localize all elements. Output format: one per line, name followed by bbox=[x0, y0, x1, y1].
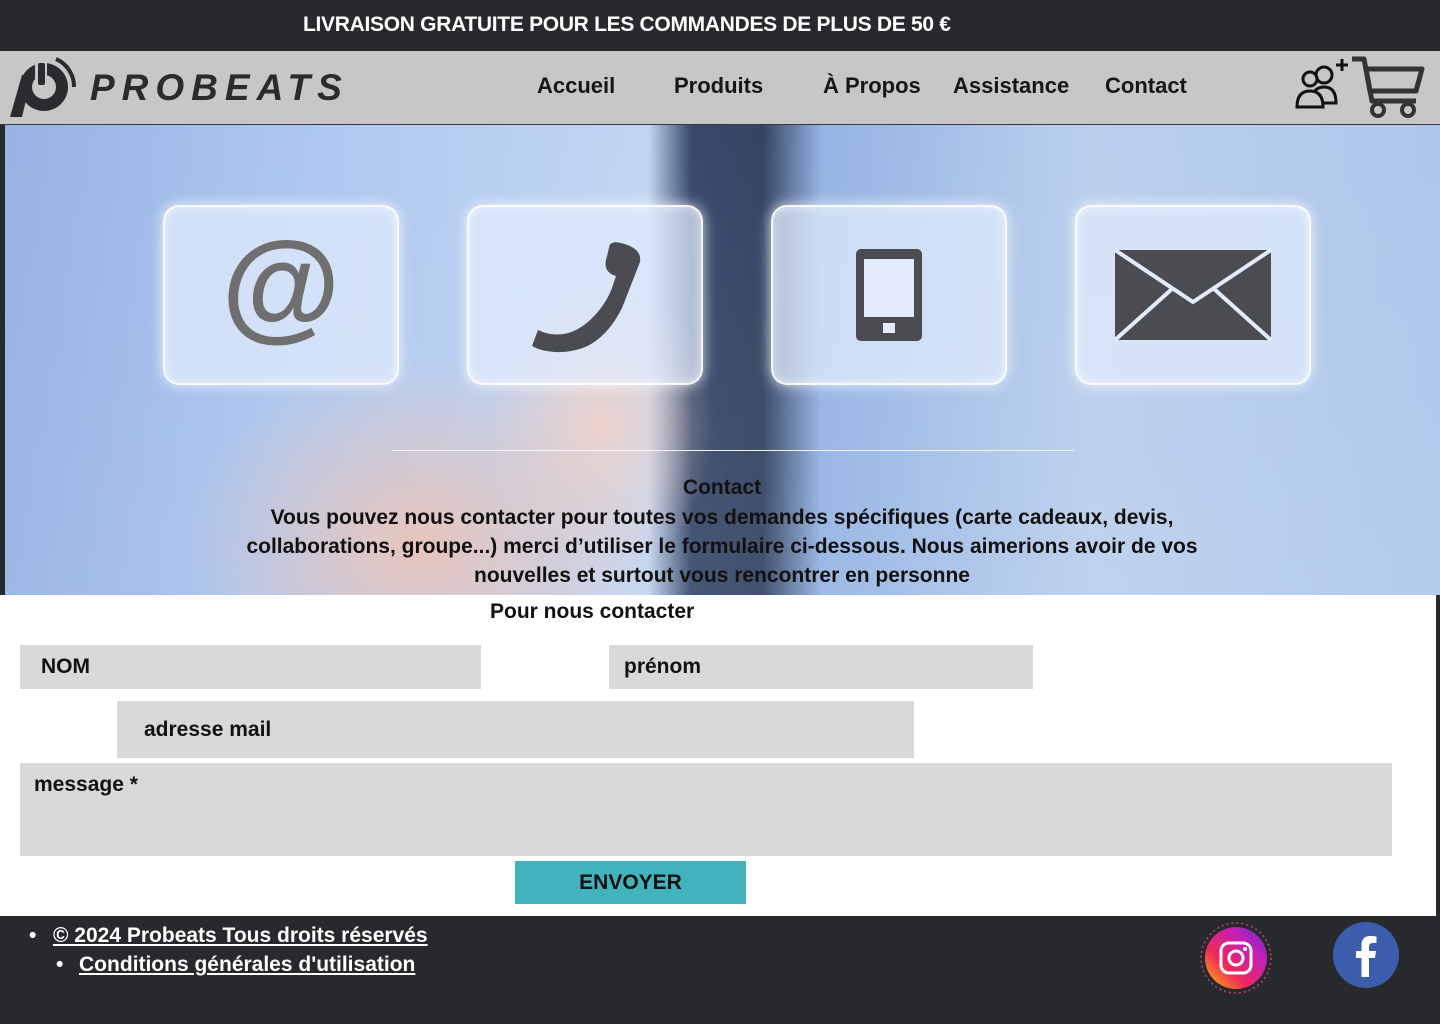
nav-item-accueil[interactable]: Accueil bbox=[537, 73, 615, 99]
tile-phone bbox=[467, 205, 703, 385]
nav-item-a-propos[interactable]: À Propos bbox=[823, 73, 921, 99]
header-nav: PROBEATS Accueil Produits À Propos Assis… bbox=[0, 51, 1440, 125]
terms-link[interactable]: Conditions générales d'utilisation bbox=[79, 953, 415, 976]
nav-item-contact[interactable]: Contact bbox=[1105, 73, 1187, 99]
message-field[interactable] bbox=[20, 763, 1392, 856]
tile-email: @ bbox=[163, 205, 399, 385]
envelope-icon bbox=[1113, 248, 1273, 342]
page-right-edge bbox=[1436, 595, 1440, 916]
hero-left-edge bbox=[0, 125, 5, 595]
phone-icon bbox=[532, 242, 641, 353]
promo-banner-text: LIVRAISON GRATUITE POUR LES COMMANDES DE… bbox=[303, 13, 951, 36]
promo-banner: LIVRAISON GRATUITE POUR LES COMMANDES DE… bbox=[0, 0, 1440, 51]
hero-title: Contact bbox=[682, 476, 762, 499]
footer-links: © 2024 Probeats Tous droits réservés Con… bbox=[29, 921, 428, 979]
logo-text[interactable]: PROBEATS bbox=[90, 67, 349, 109]
nav-item-produits[interactable]: Produits bbox=[674, 73, 763, 99]
send-button[interactable]: ENVOYER bbox=[515, 861, 746, 904]
footer-list-item: © 2024 Probeats Tous droits réservés bbox=[29, 921, 428, 950]
tile-mail bbox=[1075, 205, 1311, 385]
hero-description: Vous pouvez nous contacter pour toutes v… bbox=[246, 506, 1198, 587]
user-add-icon[interactable] bbox=[1294, 57, 1350, 113]
facebook-icon[interactable] bbox=[1332, 921, 1400, 989]
nav-item-assistance[interactable]: Assistance bbox=[953, 73, 1069, 99]
nom-field[interactable] bbox=[20, 645, 481, 689]
form-title: Pour nous contacter bbox=[490, 600, 695, 623]
tablet-icon bbox=[856, 249, 922, 341]
instagram-icon[interactable] bbox=[1199, 921, 1273, 995]
at-sign-icon: @ bbox=[221, 216, 341, 352]
copyright-link[interactable]: © 2024 Probeats Tous droits réservés bbox=[53, 924, 428, 947]
hero-divider bbox=[392, 450, 1074, 451]
hero-banner: @ Contact Vous pouvez nous contacter pou… bbox=[0, 125, 1440, 595]
cart-icon[interactable] bbox=[1350, 55, 1426, 119]
logo-mark-icon[interactable] bbox=[8, 53, 78, 121]
prenom-field[interactable] bbox=[609, 645, 1033, 689]
footer-list-item: Conditions générales d'utilisation bbox=[30, 950, 428, 979]
email-field[interactable] bbox=[117, 701, 914, 758]
tile-mobile bbox=[771, 205, 1007, 385]
